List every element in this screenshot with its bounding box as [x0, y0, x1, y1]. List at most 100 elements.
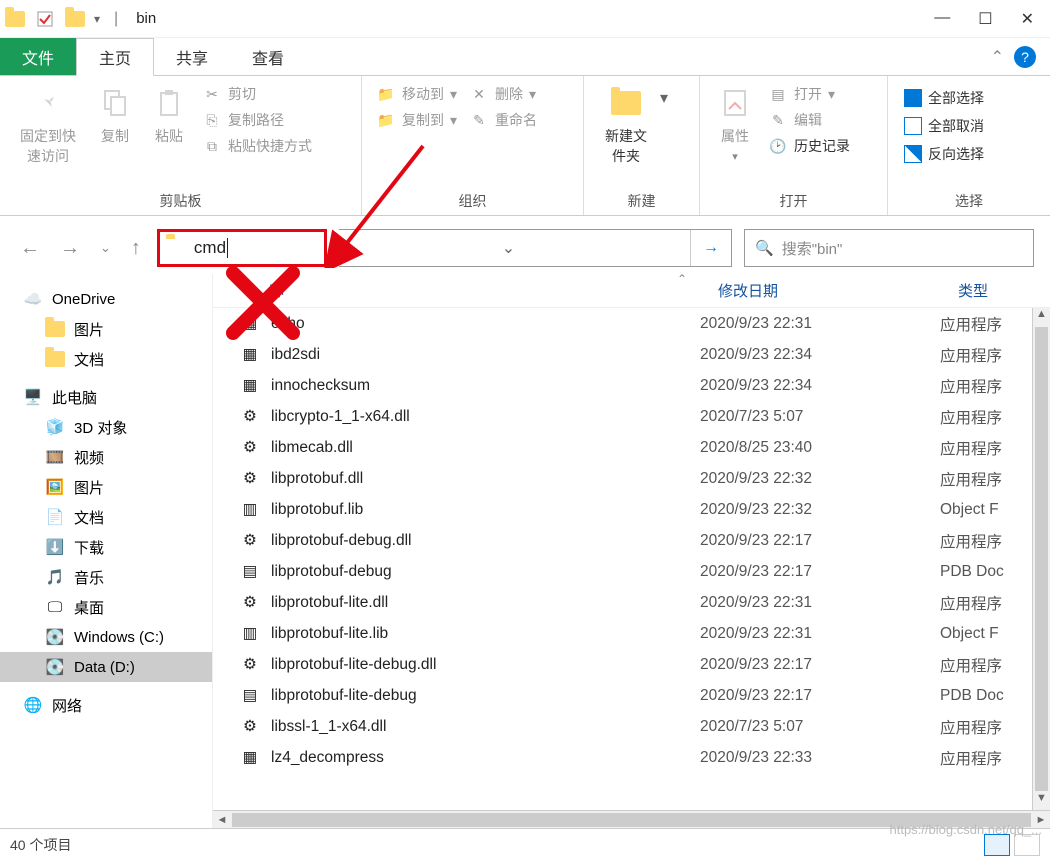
- select-all-button[interactable]: 全部选择: [896, 84, 992, 112]
- file-name: ibd2sdi: [271, 346, 700, 364]
- tab-home[interactable]: 主页: [76, 38, 154, 76]
- sidebar-item-thispc[interactable]: 🖥️此电脑: [0, 382, 212, 412]
- search-input[interactable]: 🔍 搜索"bin": [744, 229, 1034, 267]
- file-date: 2020/9/23 22:32: [700, 501, 940, 519]
- sidebar-item-3dobjects[interactable]: 🧊3D 对象: [0, 412, 212, 442]
- maximize-button[interactable]: ☐: [978, 9, 992, 29]
- rename-button[interactable]: ✎重命名: [469, 110, 537, 130]
- column-headers[interactable]: ⌃ 称 修改日期 类型: [213, 274, 1050, 308]
- file-row[interactable]: ⚙libprotobuf.dll2020/9/23 22:32应用程序: [213, 463, 1032, 494]
- sidebar-item-videos[interactable]: 🎞️视频: [0, 442, 212, 472]
- qat-dropdown-icon[interactable]: ▾: [94, 12, 100, 26]
- file-row[interactable]: ▦ibd2sdi2020/9/23 22:34应用程序: [213, 339, 1032, 370]
- copy-to-button[interactable]: 📁复制到 ▾: [376, 110, 457, 130]
- file-name: libprotobuf-lite.lib: [271, 625, 700, 643]
- file-name: echo: [271, 315, 700, 333]
- file-row[interactable]: ▥libprotobuf.lib2020/9/23 22:32Object F: [213, 494, 1032, 525]
- column-type[interactable]: 类型: [958, 280, 1050, 301]
- copy-path-button[interactable]: ⎘复制路径: [202, 110, 312, 130]
- column-date[interactable]: 修改日期: [718, 280, 958, 301]
- sidebar-item-desktop[interactable]: 🖵桌面: [0, 592, 212, 622]
- file-row[interactable]: ⚙libprotobuf-lite-debug.dll2020/9/23 22:…: [213, 649, 1032, 680]
- minimize-button[interactable]: —: [934, 9, 950, 29]
- select-none-button[interactable]: 全部取消: [896, 112, 992, 140]
- properties-button[interactable]: 属性 ▾: [708, 80, 762, 167]
- scrollbar-thumb[interactable]: [1035, 327, 1048, 791]
- file-type: 应用程序: [940, 437, 1032, 459]
- tab-view[interactable]: 查看: [230, 38, 306, 75]
- file-icon: ⚙: [239, 468, 261, 490]
- tab-share[interactable]: 共享: [154, 38, 230, 75]
- help-icon[interactable]: ?: [1014, 46, 1036, 68]
- pictures-icon: 🖼️: [44, 476, 66, 498]
- scroll-left-icon[interactable]: ◄: [213, 814, 231, 826]
- sidebar-item-network[interactable]: 🌐网络: [0, 690, 212, 720]
- file-type: Object F: [940, 625, 1032, 643]
- history-button[interactable]: 🕑历史记录: [768, 136, 850, 156]
- file-icon: ▥: [239, 623, 261, 645]
- file-name: libprotobuf-debug.dll: [271, 532, 700, 550]
- video-icon: 🎞️: [44, 446, 66, 468]
- file-date: 2020/9/23 22:34: [700, 377, 940, 395]
- file-row[interactable]: ▦lz4_decompress2020/9/23 22:33应用程序: [213, 742, 1032, 773]
- pin-button[interactable]: 固定到快速访问: [8, 80, 88, 170]
- new-folder-button[interactable]: 新建文件夹: [592, 80, 660, 170]
- file-row[interactable]: ▥libprotobuf-lite.lib2020/9/23 22:31Obje…: [213, 618, 1032, 649]
- checkbox-icon[interactable]: [34, 8, 56, 30]
- file-row[interactable]: ⚙libcrypto-1_1-x64.dll2020/7/23 5:07应用程序: [213, 401, 1032, 432]
- back-button[interactable]: ←: [16, 237, 44, 260]
- scroll-down-icon[interactable]: ▼: [1033, 792, 1050, 810]
- file-list[interactable]: ▦echo2020/9/23 22:31应用程序▦ibd2sdi2020/9/2…: [213, 308, 1032, 810]
- forward-button[interactable]: →: [56, 237, 84, 260]
- paste-shortcut-button[interactable]: ⧉粘贴快捷方式: [202, 136, 312, 156]
- edit-button[interactable]: ✎编辑: [768, 110, 850, 130]
- column-name[interactable]: 称: [269, 280, 718, 301]
- file-row[interactable]: ⚙libprotobuf-lite.dll2020/9/23 22:31应用程序: [213, 587, 1032, 618]
- folder-icon: [4, 8, 26, 30]
- recent-dropdown[interactable]: ⌄: [96, 240, 115, 256]
- scroll-up-icon[interactable]: ▲: [1033, 308, 1050, 326]
- move-to-button[interactable]: 📁移动到 ▾: [376, 84, 457, 104]
- file-row[interactable]: ⚙libprotobuf-debug.dll2020/9/23 22:17应用程…: [213, 525, 1032, 556]
- file-row[interactable]: ▤libprotobuf-lite-debug2020/9/23 22:17PD…: [213, 680, 1032, 711]
- file-row[interactable]: ⚙libssl-1_1-x64.dll2020/7/23 5:07应用程序: [213, 711, 1032, 742]
- file-type: 应用程序: [940, 344, 1032, 366]
- file-row[interactable]: ▦innochecksum2020/9/23 22:34应用程序: [213, 370, 1032, 401]
- file-type: 应用程序: [940, 592, 1032, 614]
- sidebar-item-downloads[interactable]: ⬇️下载: [0, 532, 212, 562]
- sidebar-item-pictures2[interactable]: 🖼️图片: [0, 472, 212, 502]
- tab-file[interactable]: 文件: [0, 38, 76, 75]
- file-icon: ▤: [239, 561, 261, 583]
- sidebar-item-music[interactable]: 🎵音乐: [0, 562, 212, 592]
- collapse-ribbon-icon[interactable]: ⌃: [991, 47, 1004, 67]
- vertical-scrollbar[interactable]: ▲ ▼: [1032, 308, 1050, 810]
- file-row[interactable]: ▦echo2020/9/23 22:31应用程序: [213, 308, 1032, 339]
- copy-button[interactable]: 复制: [88, 80, 142, 150]
- open-button[interactable]: ▤打开 ▾: [768, 84, 850, 104]
- sidebar-item-drive-d[interactable]: 💽Data (D:): [0, 652, 212, 682]
- sidebar-item-pictures[interactable]: 图片: [0, 314, 212, 344]
- file-row[interactable]: ▤libprotobuf-debug2020/9/23 22:17PDB Doc: [213, 556, 1032, 587]
- chevron-down-icon[interactable]: ⌄: [502, 238, 515, 258]
- file-name: lz4_decompress: [271, 749, 700, 767]
- go-button[interactable]: →: [703, 239, 719, 257]
- new-folder-icon: [607, 84, 645, 122]
- cut-button[interactable]: ✂剪切: [202, 84, 312, 104]
- file-row[interactable]: ⚙libmecab.dll2020/8/25 23:40应用程序: [213, 432, 1032, 463]
- delete-icon: ✕: [469, 84, 489, 104]
- delete-button[interactable]: ✕删除 ▾: [469, 84, 537, 104]
- paste-button[interactable]: 粘贴: [142, 80, 196, 150]
- sidebar-item-onedrive[interactable]: ☁️OneDrive: [0, 284, 212, 314]
- download-icon: ⬇️: [44, 536, 66, 558]
- sidebar-item-documents2[interactable]: 📄文档: [0, 502, 212, 532]
- up-button[interactable]: ↑: [127, 237, 145, 260]
- address-bar[interactable]: cmd: [157, 229, 327, 267]
- address-bar-rest[interactable]: ⌄ →: [339, 229, 732, 267]
- new-item-dropdown[interactable]: ▾: [660, 80, 668, 108]
- close-button[interactable]: ✕: [1021, 9, 1034, 29]
- sidebar-item-documents[interactable]: 文档: [0, 344, 212, 374]
- invert-selection-button[interactable]: 反向选择: [896, 140, 992, 168]
- drive-icon: 💽: [44, 626, 66, 648]
- pc-icon: 🖥️: [22, 386, 44, 408]
- sidebar-item-drive-c[interactable]: 💽Windows (C:): [0, 622, 212, 652]
